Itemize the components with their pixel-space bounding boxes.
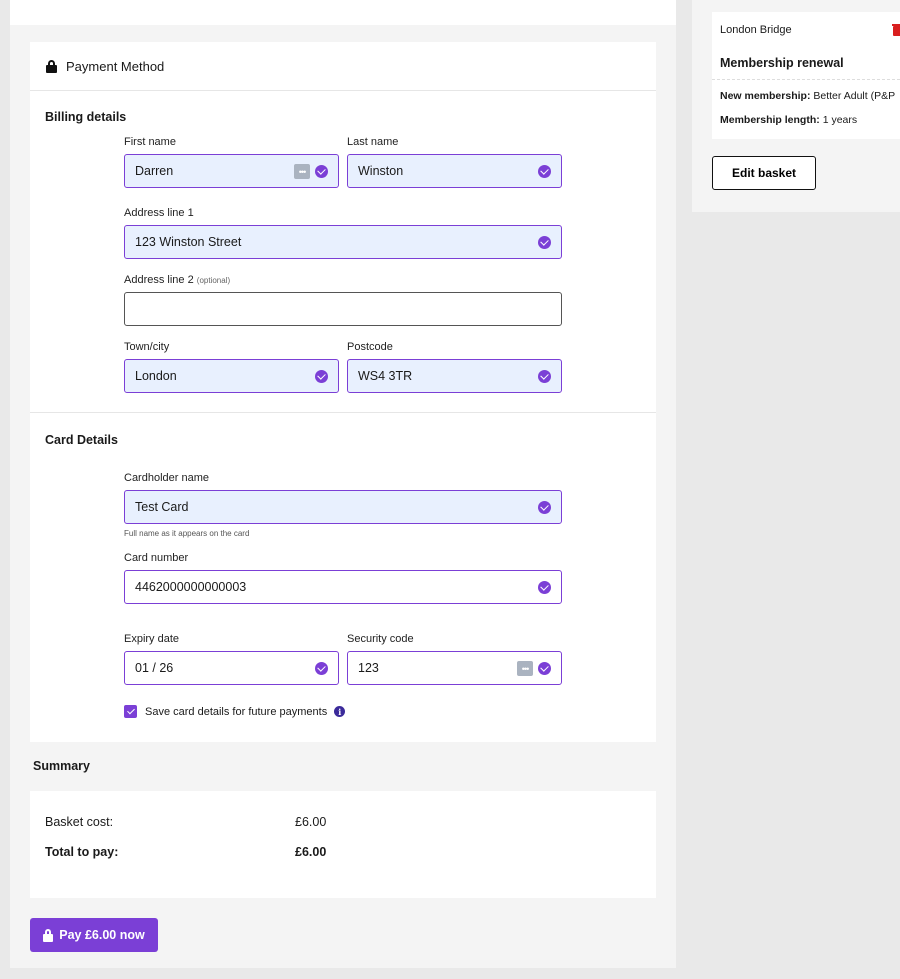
expiry-input[interactable]: 01 / 26 bbox=[124, 651, 339, 685]
basket-cost-value: £6.00 bbox=[295, 815, 327, 829]
card-number-input[interactable]: 4462000000000003 bbox=[124, 570, 562, 604]
address1-input[interactable]: 123 Winston Street bbox=[124, 225, 562, 259]
summary-title: Summary bbox=[33, 759, 90, 773]
security-code-group: Security code 123 ••• bbox=[347, 633, 562, 685]
valid-check-icon bbox=[538, 581, 551, 594]
last-name-label: Last name bbox=[347, 136, 399, 148]
card-number-group: Card number 4462000000000003 bbox=[124, 552, 562, 604]
last-name-group: Last name Winston bbox=[347, 136, 562, 188]
membership-line: New membership: Better Adult (P&P bbox=[720, 90, 896, 102]
basket-item: London Bridge Membership renewal New mem… bbox=[712, 12, 900, 139]
first-name-input[interactable]: Darren ••• bbox=[124, 154, 339, 188]
address2-label: Address line 2 (optional) bbox=[124, 274, 231, 286]
postcode-label: Postcode bbox=[347, 341, 393, 353]
security-code-input[interactable]: 123 ••• bbox=[347, 651, 562, 685]
card-section: Card Details Cardholder name Test Card F… bbox=[30, 413, 656, 741]
valid-check-icon bbox=[538, 165, 551, 178]
valid-check-icon bbox=[315, 165, 328, 178]
payment-panel: Payment Method Billing details First nam… bbox=[30, 42, 656, 742]
first-name-label: First name bbox=[124, 136, 176, 148]
trash-icon[interactable] bbox=[892, 24, 900, 36]
lock-icon bbox=[46, 59, 57, 73]
info-icon[interactable]: i bbox=[334, 706, 346, 717]
billing-section: Billing details First name Darren ••• La… bbox=[30, 91, 656, 413]
summary-box: Basket cost: £6.00 Total to pay: £6.00 bbox=[30, 791, 656, 898]
address2-group: Address line 2 (optional) bbox=[124, 274, 562, 326]
pay-now-button[interactable]: Pay £6.00 now bbox=[30, 918, 158, 952]
valid-check-icon bbox=[315, 662, 328, 675]
valid-check-icon bbox=[538, 370, 551, 383]
address2-input[interactable] bbox=[124, 292, 562, 326]
edit-basket-button[interactable]: Edit basket bbox=[712, 156, 816, 190]
card-title: Card Details bbox=[45, 433, 118, 447]
length-line: Membership length: 1 years bbox=[720, 114, 858, 126]
divider bbox=[712, 79, 900, 80]
first-name-group: First name Darren ••• bbox=[124, 136, 339, 188]
valid-check-icon bbox=[538, 662, 551, 675]
top-strip bbox=[10, 0, 676, 25]
postcode-input[interactable]: WS4 3TR bbox=[347, 359, 562, 393]
card-number-label: Card number bbox=[124, 552, 189, 564]
autofill-icon[interactable]: ••• bbox=[294, 164, 310, 179]
town-group: Town/city London bbox=[124, 341, 339, 393]
payment-method-header: Payment Method bbox=[30, 42, 656, 91]
expiry-label: Expiry date bbox=[124, 633, 180, 645]
cardholder-label: Cardholder name bbox=[124, 472, 209, 484]
basket-location: London Bridge bbox=[720, 24, 792, 36]
save-card-row: Save card details for future payments i bbox=[124, 705, 346, 718]
save-card-checkbox[interactable] bbox=[124, 705, 137, 718]
valid-check-icon bbox=[538, 236, 551, 249]
billing-title: Billing details bbox=[45, 110, 127, 124]
cardholder-input[interactable]: Test Card bbox=[124, 490, 562, 524]
valid-check-icon bbox=[315, 370, 328, 383]
postcode-group: Postcode WS4 3TR bbox=[347, 341, 562, 393]
last-name-input[interactable]: Winston bbox=[347, 154, 562, 188]
security-code-label: Security code bbox=[347, 633, 414, 645]
expiry-group: Expiry date 01 / 26 bbox=[124, 633, 339, 685]
valid-check-icon bbox=[538, 501, 551, 514]
address1-group: Address line 1 123 Winston Street bbox=[124, 207, 562, 259]
total-value: £6.00 bbox=[295, 845, 327, 859]
save-card-label: Save card details for future payments bbox=[145, 705, 328, 718]
basket-cost-label: Basket cost: bbox=[45, 815, 114, 829]
town-input[interactable]: London bbox=[124, 359, 339, 393]
cardholder-hint: Full name as it appears on the card bbox=[124, 529, 250, 538]
payment-method-title: Payment Method bbox=[66, 58, 165, 74]
lock-icon bbox=[43, 928, 54, 942]
total-label: Total to pay: bbox=[45, 845, 119, 859]
cardholder-group: Cardholder name Test Card Full name as i… bbox=[124, 472, 562, 538]
town-label: Town/city bbox=[124, 341, 170, 353]
basket-item-title: Membership renewal bbox=[720, 56, 844, 70]
autofill-icon[interactable]: ••• bbox=[517, 661, 533, 676]
optional-tag: (optional) bbox=[196, 276, 231, 285]
address1-label: Address line 1 bbox=[124, 207, 194, 219]
